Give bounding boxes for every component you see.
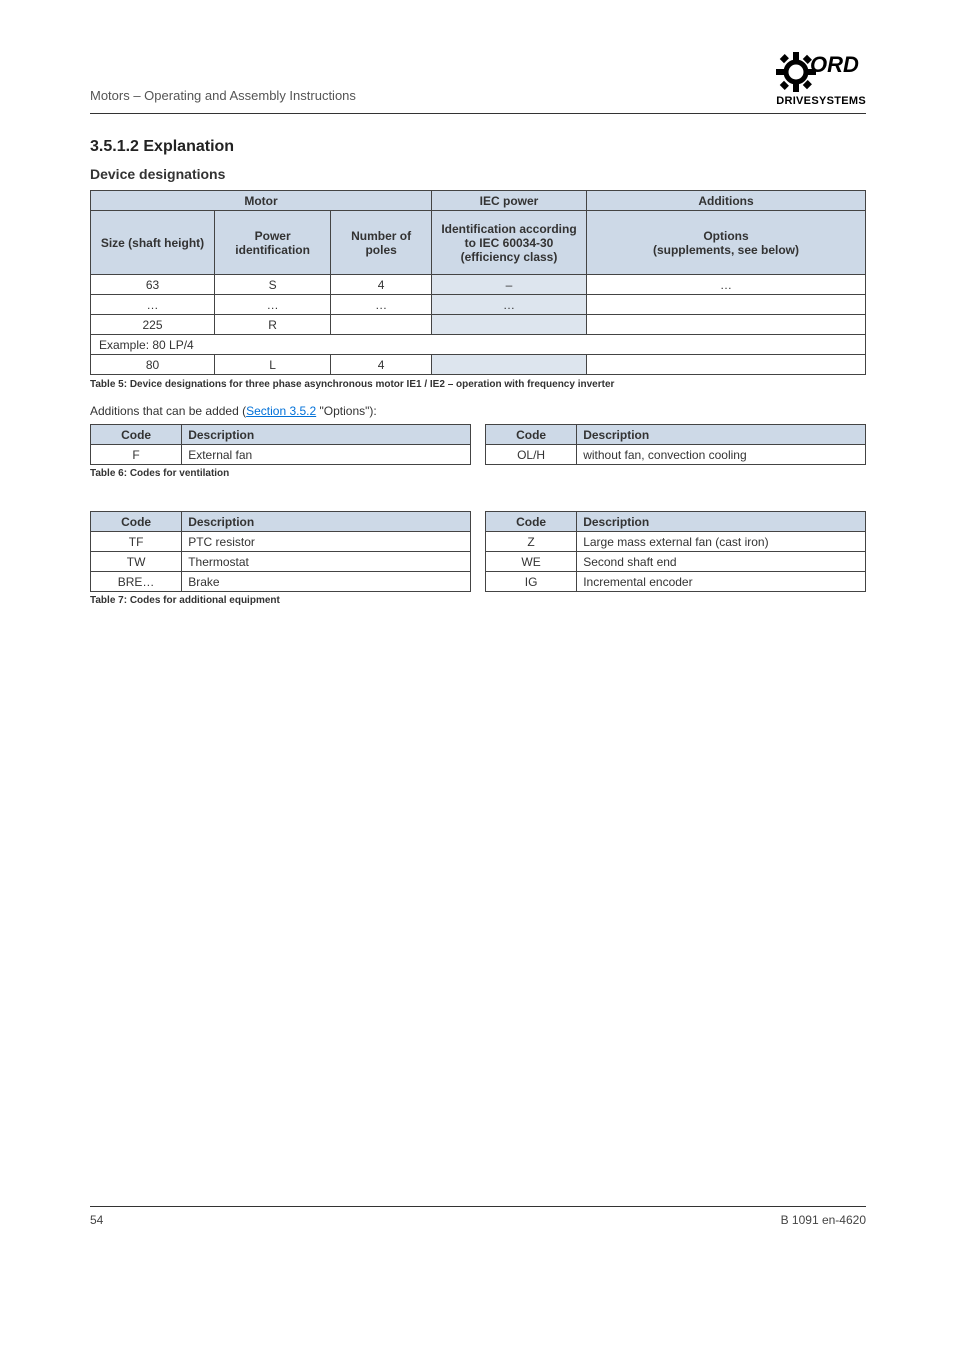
th-code: Code	[486, 512, 577, 532]
brand-logo: ORD DRIVESYSTEMS	[774, 46, 866, 107]
table-caption: Table 7: Codes for additional equipment	[90, 595, 866, 606]
equipment-table-left: Code Description TFPTC resistor TWThermo…	[90, 511, 471, 592]
table-caption: Table 6: Codes for ventilation	[90, 468, 866, 479]
th-desc: Description	[182, 425, 471, 445]
table-row: BRE…Brake	[91, 572, 471, 592]
table-row: 225 R	[91, 315, 866, 335]
table-row: WESecond shaft end	[486, 552, 866, 572]
table-row: … … … …	[91, 295, 866, 315]
nord-gear-icon: ORD	[774, 46, 866, 94]
header-bar: Motors – Operating and Assembly Instruct…	[90, 46, 866, 114]
additions-intro: Additions that can be added (Section 3.5…	[90, 404, 866, 418]
section-heading: 3.5.1.2 Explanation	[90, 138, 866, 156]
example-row: Example: 80 LP/4	[91, 335, 866, 355]
table-row: 80 L 4	[91, 355, 866, 375]
th-size: Size (shaft height)	[91, 211, 215, 275]
th-code: Code	[486, 425, 577, 445]
doc-id: B 1091 en-4620	[781, 1213, 866, 1227]
th-options: Options (supplements, see below)	[587, 211, 866, 275]
th-code: Code	[91, 425, 182, 445]
table-caption: Table 5: Device designations for three p…	[90, 379, 866, 390]
table-row: IGIncremental encoder	[486, 572, 866, 592]
device-designation-table: Motor IEC power Additions Size (shaft he…	[90, 190, 866, 375]
table-row: F External fan	[91, 445, 471, 465]
sub-heading: Device designations	[90, 166, 866, 182]
page-footer: 54 B 1091 en-4620	[90, 1206, 866, 1227]
equipment-table-right: Code Description ZLarge mass external fa…	[485, 511, 866, 592]
th-iec: Identification according to IEC 60034-30…	[432, 211, 587, 275]
table-row: TFPTC resistor	[91, 532, 471, 552]
th-poles: Number of poles	[331, 211, 432, 275]
section-link[interactable]: Section 3.5.2	[246, 404, 316, 418]
th-code: Code	[91, 512, 182, 532]
th-power: Power identification	[215, 211, 331, 275]
th-group-motor: Motor	[91, 191, 432, 211]
th-desc: Description	[577, 512, 866, 532]
svg-text:ORD: ORD	[810, 52, 859, 77]
table-row: TWThermostat	[91, 552, 471, 572]
th-desc: Description	[182, 512, 471, 532]
th-group-iec: IEC power	[432, 191, 587, 211]
table-row: 63 S 4 – …	[91, 275, 866, 295]
th-desc: Description	[577, 425, 866, 445]
page-number: 54	[90, 1213, 103, 1227]
brand-subtitle: DRIVESYSTEMS	[774, 96, 866, 107]
doc-title: Motors – Operating and Assembly Instruct…	[90, 88, 356, 107]
th-group-add: Additions	[587, 191, 866, 211]
table-row: ZLarge mass external fan (cast iron)	[486, 532, 866, 552]
table-row: OL/H without fan, convection cooling	[486, 445, 866, 465]
ventilation-table-left: Code Description F External fan	[90, 424, 471, 465]
ventilation-table-right: Code Description OL/H without fan, conve…	[485, 424, 866, 465]
